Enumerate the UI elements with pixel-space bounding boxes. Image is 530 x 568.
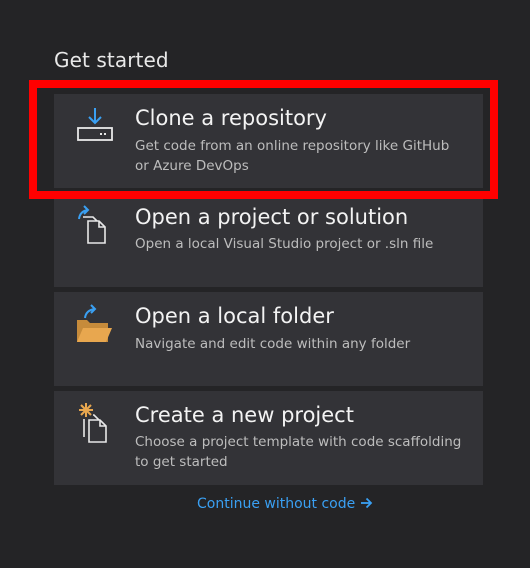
new-project-icon [74,401,116,443]
card-description: Choose a project template with code scaf… [135,434,462,470]
arrow-right-icon [360,497,373,513]
card-description: Navigate and edit code within any folder [135,336,411,352]
card-description: Open a local Visual Studio project or .s… [135,236,434,252]
open-folder-card[interactable]: Open a local folder Navigate and edit co… [54,292,483,386]
clone-download-icon [74,104,116,146]
folder-open-icon [74,302,116,344]
continue-without-code-link[interactable]: Continue without code [197,496,373,513]
section-title: Get started [54,48,169,72]
card-title: Create a new project [135,403,354,427]
card-title: Open a project or solution [135,205,409,229]
card-title: Clone a repository [135,106,327,130]
card-description: Get code from an online repository like … [135,138,450,174]
continue-link-label: Continue without code [197,496,356,512]
create-new-project-card[interactable]: Create a new project Choose a project te… [54,391,483,485]
clone-repository-card[interactable]: Clone a repository Get code from an onli… [54,94,483,188]
open-project-card[interactable]: Open a project or solution Open a local … [54,193,483,287]
open-project-icon [74,203,116,245]
card-title: Open a local folder [135,304,334,328]
